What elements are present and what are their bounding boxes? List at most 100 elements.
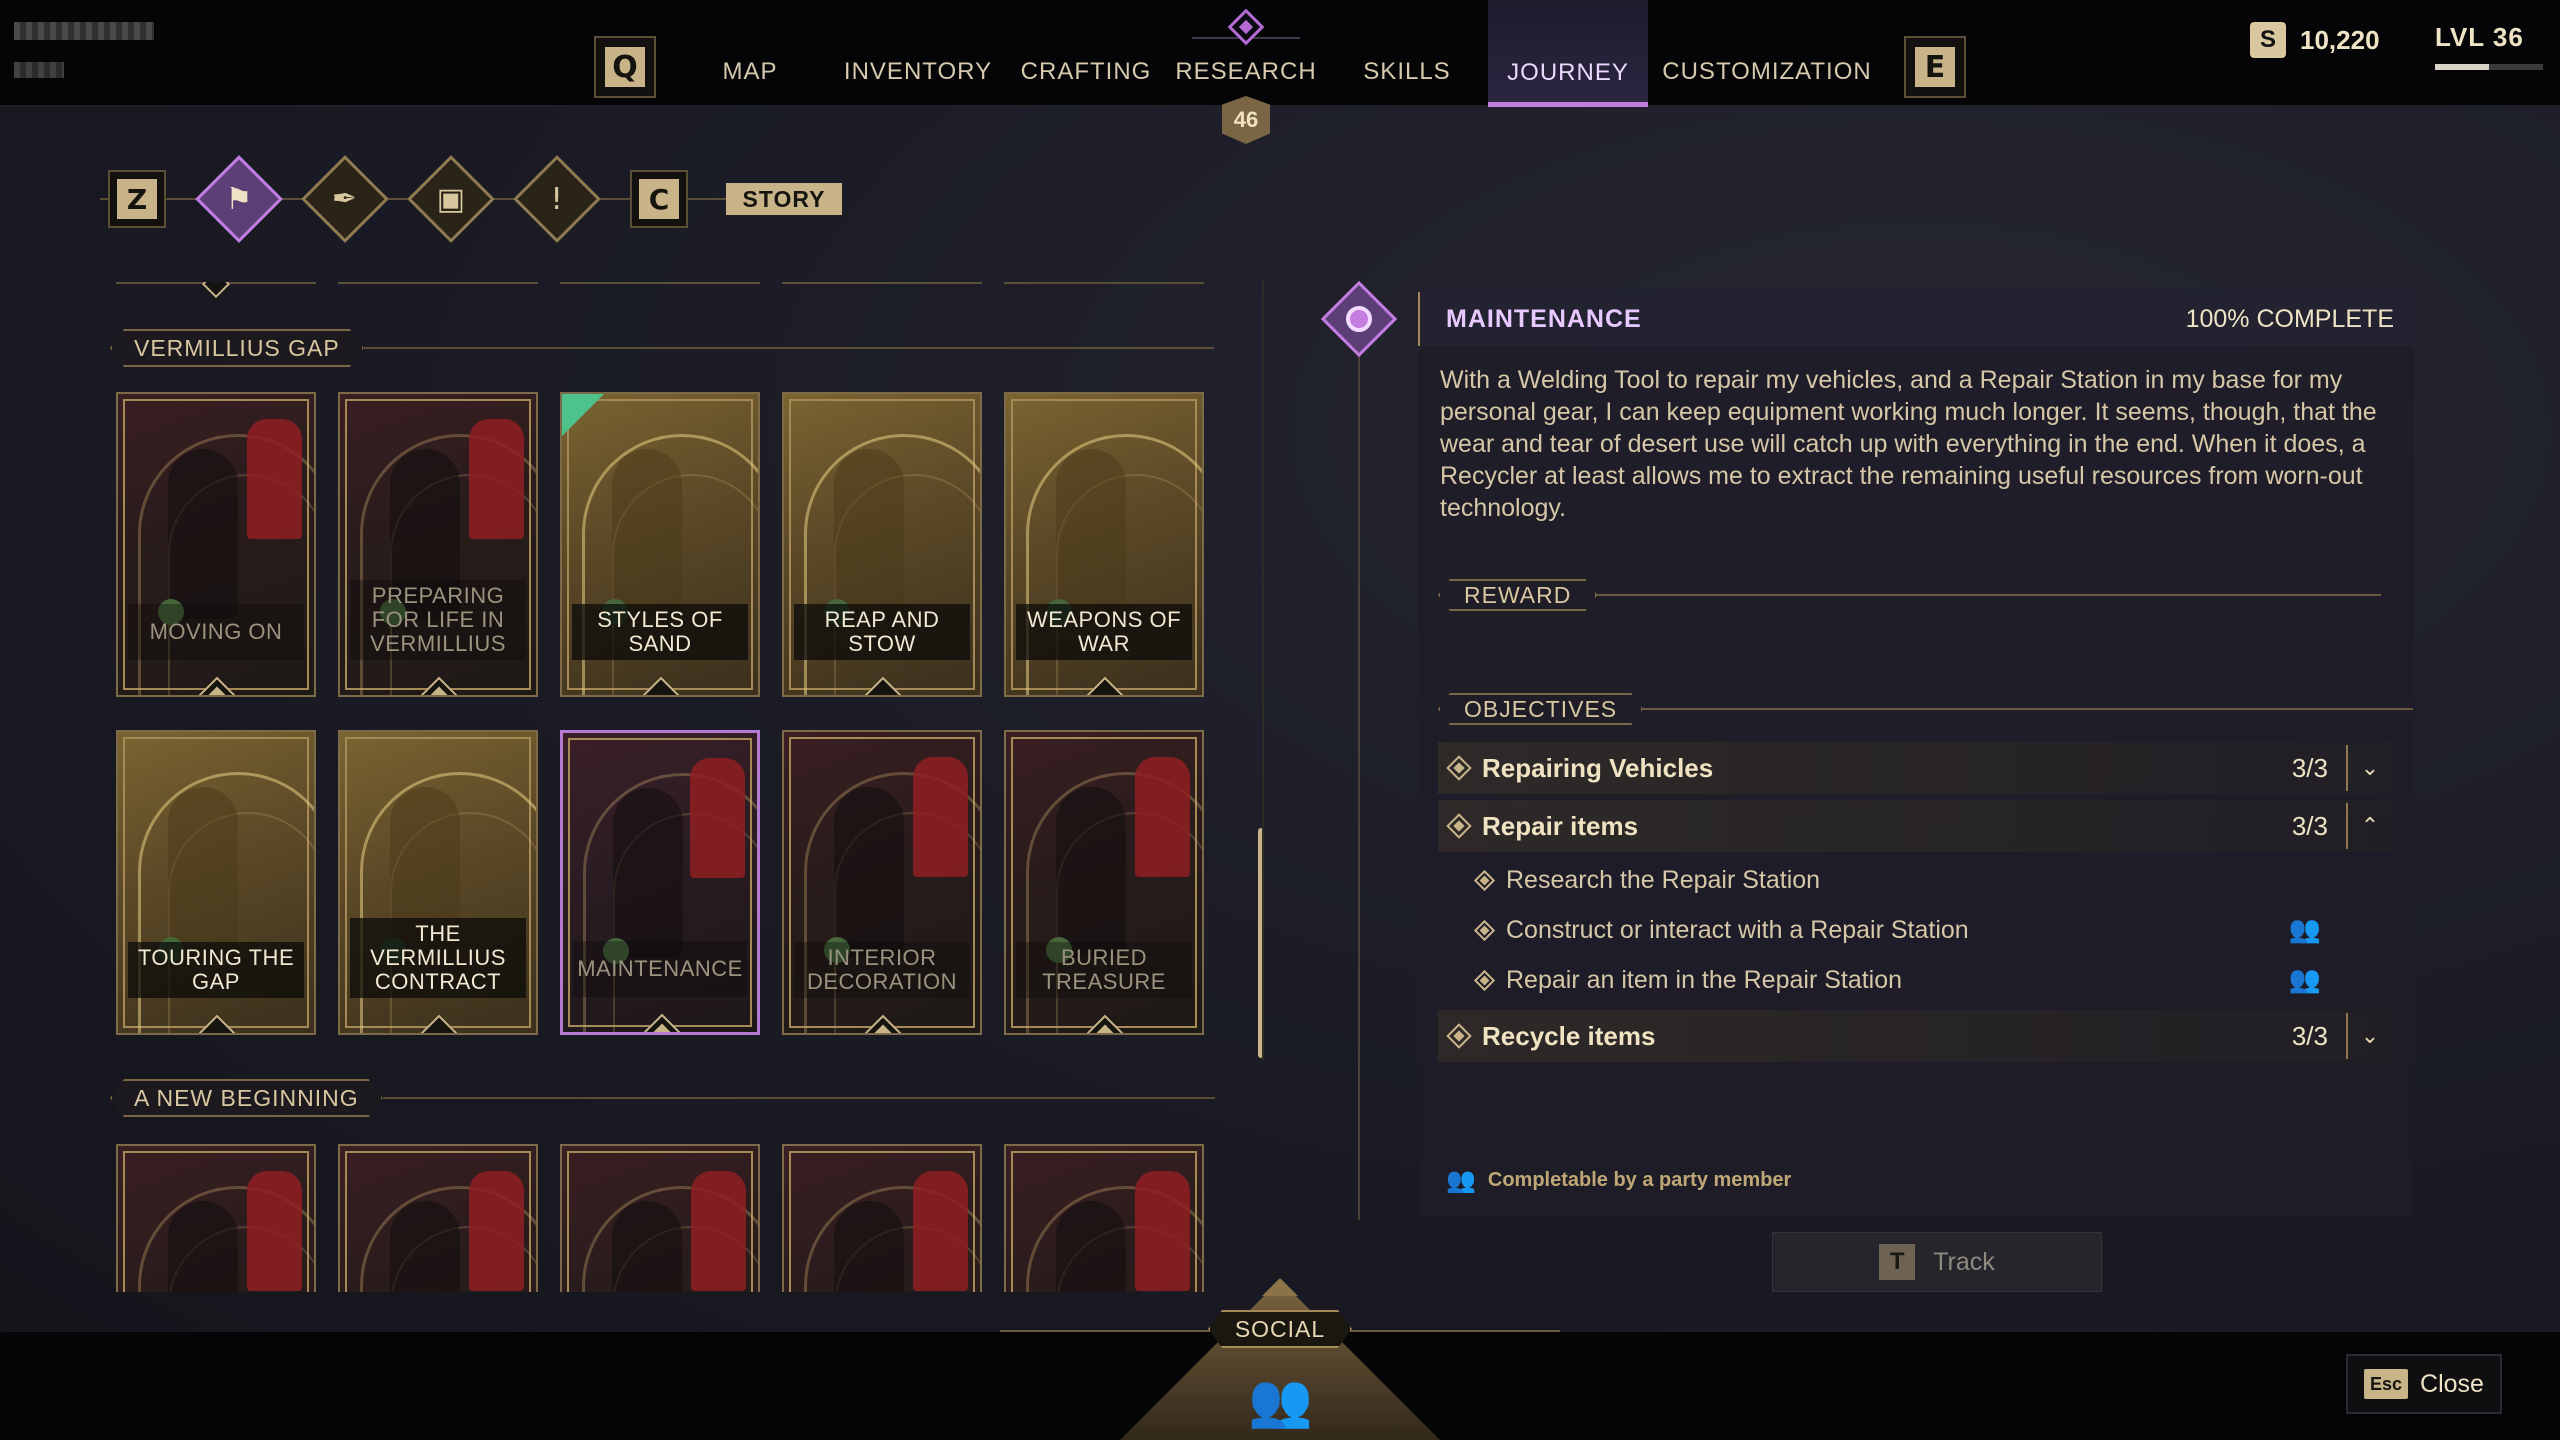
chevron-down-icon[interactable]: ⌄ (2348, 1024, 2392, 1049)
track-button[interactable]: T Track (1772, 1232, 2102, 1292)
journey-card[interactable]: THE VERMILLIUS CONTRACT (338, 730, 538, 1035)
next-tab-key[interactable]: E (1904, 36, 1966, 98)
objective-repair-items[interactable]: Repair items 3/3 ⌃ (1438, 800, 2392, 852)
card-title: WEAPONS OF WAR (1016, 604, 1192, 660)
solari-currency-icon: S (2250, 22, 2286, 58)
panel-divider (1262, 280, 1264, 1060)
objective-count: 3/3 (2291, 1020, 2328, 1051)
sub-objective-title: Repair an item in the Repair Station (1506, 965, 1903, 994)
book-icon: ▣ (436, 181, 466, 217)
level-progress-bar (2435, 64, 2543, 70)
objective-complete-icon (1446, 755, 1472, 781)
chevron-up-icon (1262, 1278, 1298, 1296)
card-fragment-notch (201, 282, 231, 299)
card-art-banner (469, 1171, 524, 1291)
detail-title: MAINTENANCE (1446, 304, 1642, 333)
reward-header: REWARD (1438, 578, 2382, 612)
category-story[interactable]: ⚑ (195, 155, 283, 243)
card-art-figure (834, 449, 904, 619)
tab-map[interactable]: MAP (700, 48, 800, 96)
objective-title: Recycle items (1482, 1020, 1656, 1051)
journey-card[interactable] (116, 1144, 316, 1292)
category-lore[interactable]: ▣ (407, 155, 495, 243)
card-title: REAP AND STOW (794, 604, 970, 660)
objectives-label: OBJECTIVES (1438, 693, 1643, 725)
journey-card[interactable] (1004, 1144, 1204, 1292)
tab-research[interactable]: RESEARCH (1170, 48, 1322, 96)
objective-recycle-items[interactable]: Recycle items 3/3 ⌄ (1438, 1010, 2392, 1062)
category-tasks[interactable]: ! (513, 155, 601, 243)
top-navigation-bar: Q MAP INVENTORY CRAFTING RESEARCH 46 SKI… (0, 0, 2560, 144)
journey-card[interactable]: MAINTENANCE (560, 730, 760, 1035)
section-header-a-new-beginning: A NEW BEGINNING (110, 1078, 1215, 1118)
card-title: MAINTENANCE (573, 941, 747, 997)
card-art-figure (1056, 787, 1126, 957)
card-fragment (1004, 282, 1204, 284)
level-progress-fill (2435, 64, 2489, 70)
journey-card[interactable]: REAP AND STOW (782, 392, 982, 697)
party-member-icon: 👥 (1446, 1166, 1476, 1194)
objective-complete-icon (1446, 1023, 1472, 1049)
card-fragment (560, 282, 760, 284)
card-art-banner (913, 757, 968, 877)
section-title: VERMILLIUS GAP (110, 329, 364, 367)
close-key: Esc (2364, 1369, 2409, 1399)
journey-card[interactable]: MOVING ON (116, 392, 316, 697)
prev-tab-key[interactable]: Q (594, 36, 656, 98)
section-header-vermillius-gap: VERMILLIUS GAP (110, 328, 1214, 368)
detail-panel: With a Welding Tool to repair my vehicle… (1418, 346, 2414, 1216)
objective-title: Repair items (1482, 810, 1639, 841)
journey-card[interactable]: PREPARING FOR LIFE IN VERMILLIUS (338, 392, 538, 697)
journey-card-list[interactable]: VERMILLIUS GAP MOVING ON PREPARING FOR LI… (100, 282, 1260, 1292)
close-button[interactable]: Esc Close (2346, 1354, 2502, 1414)
journey-card[interactable]: WEAPONS OF WAR (1004, 392, 1204, 697)
next-category-key-label: C (639, 179, 679, 219)
tab-crafting[interactable]: CRAFTING (1016, 48, 1156, 96)
journey-card[interactable]: INTERIOR DECORATION (782, 730, 982, 1035)
card-art-figure (168, 787, 238, 957)
tab-skills[interactable]: SKILLS (1352, 48, 1462, 96)
player-subtitle-redacted (14, 62, 64, 78)
quest-target-icon (1320, 280, 1398, 358)
close-label: Close (2420, 1369, 2484, 1398)
prev-tab-key-label: Q (605, 47, 645, 87)
card-title: MOVING ON (128, 604, 304, 660)
objective-complete-icon (1446, 813, 1472, 839)
reward-label: REWARD (1438, 579, 1597, 611)
chevron-up-icon[interactable]: ⌃ (2348, 814, 2392, 839)
journey-card[interactable]: STYLES OF SAND (560, 392, 760, 697)
tab-inventory[interactable]: INVENTORY (838, 48, 998, 96)
reward-rule (1597, 594, 2382, 596)
tab-customization[interactable]: CUSTOMIZATION (1660, 48, 1874, 96)
prev-category-key[interactable]: Z (108, 170, 166, 228)
sub-objective-complete-icon (1473, 919, 1496, 941)
card-art-figure (834, 787, 904, 957)
next-category-key[interactable]: C (630, 170, 688, 228)
objective-repairing-vehicles[interactable]: Repairing Vehicles 3/3 ⌄ (1438, 742, 2392, 794)
journey-card[interactable]: TOURING THE GAP (116, 730, 316, 1035)
category-contracts[interactable]: ✒ (301, 155, 389, 243)
sub-objective-complete-icon (1473, 869, 1496, 891)
journey-card[interactable]: BURIED TREASURE (1004, 730, 1204, 1035)
next-tab-key-label: E (1915, 47, 1955, 87)
chevron-down-icon[interactable]: ⌄ (2348, 756, 2392, 781)
section-rule (382, 1097, 1215, 1099)
active-category-label: STORY (726, 183, 842, 215)
social-button[interactable]: SOCIAL (1208, 1310, 1352, 1348)
card-art-banner (247, 1171, 302, 1291)
journey-card[interactable] (560, 1144, 760, 1292)
card-art-figure (612, 1201, 682, 1292)
card-art-banner (247, 419, 302, 539)
currency-amount: 10,220 (2300, 24, 2380, 55)
journey-card[interactable] (338, 1144, 538, 1292)
story-banner-icon: ⚑ (225, 181, 253, 217)
journey-card[interactable] (782, 1144, 982, 1292)
card-art-figure (1056, 1201, 1126, 1292)
card-art-banner (1135, 757, 1190, 877)
objective-count: 3/3 (2291, 752, 2328, 783)
card-title: INTERIOR DECORATION (794, 942, 970, 998)
tab-journey[interactable]: JOURNEY (1488, 0, 1648, 107)
card-title: TOURING THE GAP (128, 942, 304, 998)
party-member-icon: 👥 (2288, 965, 2321, 995)
party-member-icon: 👥 (2288, 915, 2321, 945)
